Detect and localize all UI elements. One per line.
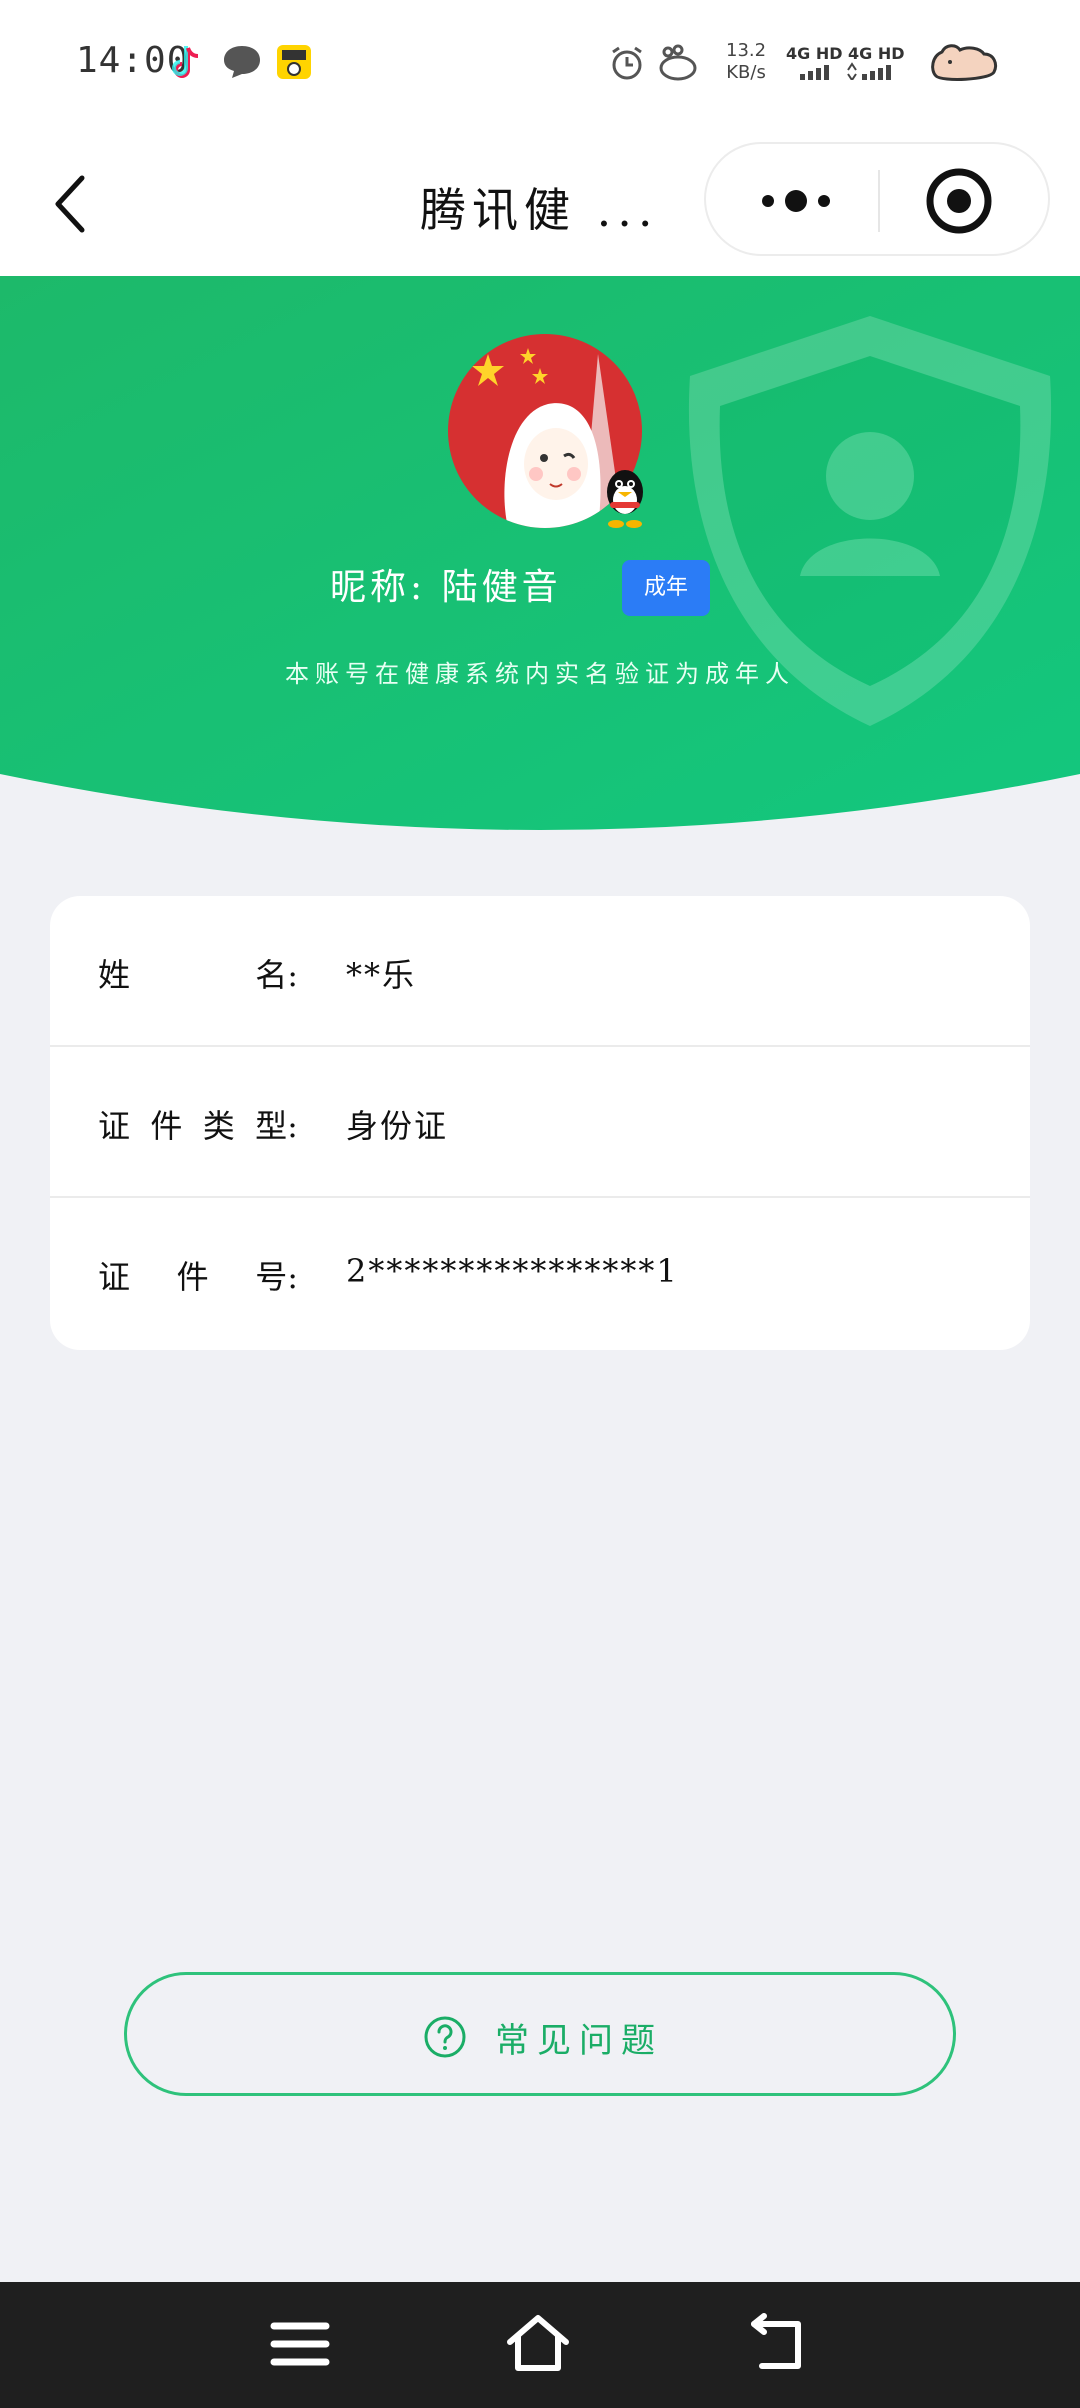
profile-hero: 昵称: 陆健音 成年 本账号在健康系统内实名验证为成年人 <box>0 276 1080 836</box>
signal-icon <box>800 65 829 80</box>
info-value-name: **乐 <box>346 956 417 994</box>
faq-button[interactable]: 常见问题 <box>124 1972 956 2096</box>
info-row-id-number: 证 件 号: 2****************1 <box>50 1198 1030 1349</box>
app-icon <box>277 45 311 79</box>
page-title: 腾讯健 ... <box>420 183 659 237</box>
faq-label: 常见问题 <box>495 2021 663 2061</box>
verification-status-text: 本账号在健康系统内实名验证为成年人 <box>285 660 795 688</box>
alarm-icon <box>612 46 642 80</box>
back-button[interactable] <box>46 166 96 242</box>
question-icon <box>424 2016 466 2058</box>
menu-icon[interactable] <box>268 2312 332 2376</box>
net-speed: 13.2 KB/s <box>726 40 766 84</box>
adult-badge: 成年 <box>622 560 710 616</box>
tiktok-icon <box>172 46 199 78</box>
info-row-name: 姓 名: **乐 <box>50 896 1030 1047</box>
more-icon[interactable] <box>746 174 846 228</box>
back-nav-icon[interactable] <box>746 2312 810 2376</box>
net-speed-unit: KB/s <box>726 62 766 83</box>
signal-1-label: 4G HD <box>786 44 843 63</box>
nickname: 昵称: 陆健音 <box>330 567 562 608</box>
info-row-id-type: 证 件 类 型: 身份证 <box>50 1047 1030 1198</box>
signal-icon <box>847 62 891 80</box>
close-miniprogram-icon[interactable] <box>924 166 994 236</box>
system-nav-bar <box>0 2282 1080 2408</box>
nav-bar: 腾讯健 ... <box>0 126 1080 276</box>
net-speed-value: 13.2 <box>726 40 767 61</box>
status-bar: 14:00 13.2 KB/s 4G HD 4G HD <box>0 0 1080 126</box>
home-icon[interactable] <box>506 2312 570 2376</box>
info-value-id-type: 身份证 <box>346 1107 449 1145</box>
identity-info-card: 姓 名: **乐 证 件 类 型: 身份证 证 件 号: 2**********… <box>50 896 1030 1350</box>
info-value-id-number: 2****************1 <box>346 1252 679 1290</box>
info-label-id-number: 证 件 号: <box>98 1258 298 1296</box>
info-label-id-type: 证 件 类 型: <box>98 1107 298 1145</box>
battery-icon <box>931 44 998 81</box>
message-icon <box>224 46 260 78</box>
qq-penguin-icon <box>607 470 643 528</box>
info-label-name: 姓 名: <box>98 956 298 994</box>
signal-2-label: 4G HD <box>848 44 905 63</box>
capsule-divider <box>878 170 880 232</box>
miniprogram-capsule <box>704 142 1050 256</box>
hippo-icon <box>659 44 697 81</box>
